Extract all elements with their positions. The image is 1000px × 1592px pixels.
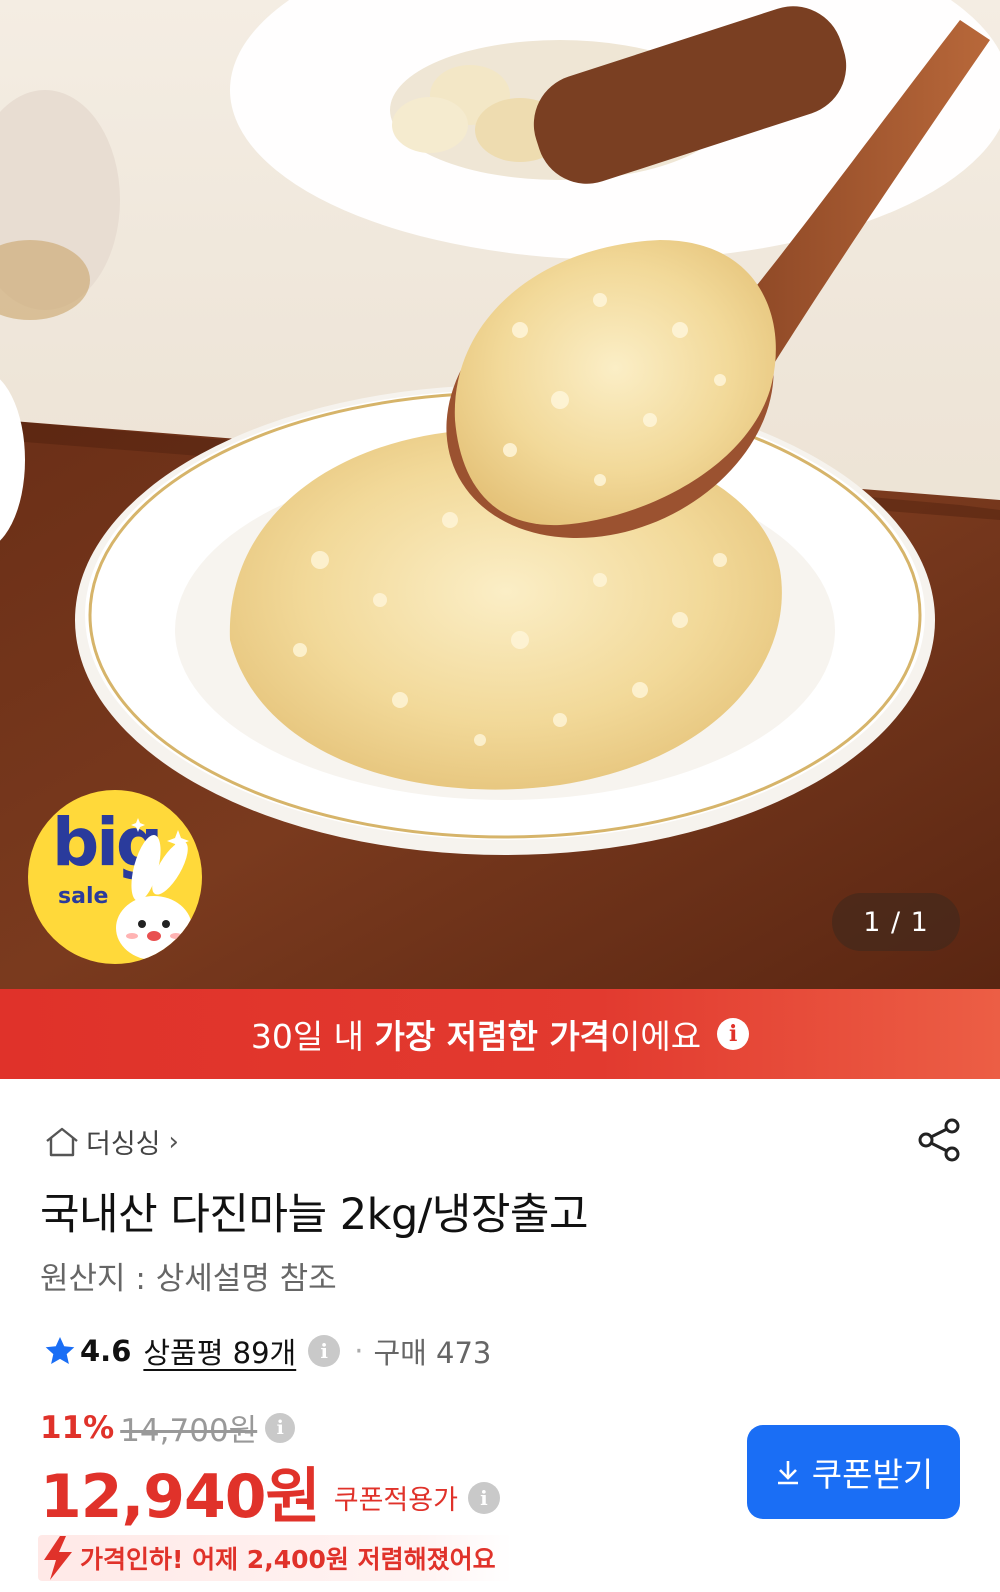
- discount-rate: 11%: [40, 1409, 115, 1446]
- image-counter: 1 / 1: [832, 893, 960, 951]
- download-icon: [777, 1461, 798, 1485]
- separator-dot: ·: [354, 1334, 364, 1368]
- star-icon: [45, 1337, 75, 1364]
- product-origin: 원산지 : 상세설명 참조: [40, 1261, 337, 1297]
- store-link[interactable]: 더싱싱 ›: [44, 1122, 179, 1161]
- bunny-icon: [116, 818, 192, 960]
- price-down-bolt-icon: [44, 1536, 72, 1580]
- product-title: 국내산 다진마늘 2kg/냉장출고: [40, 1190, 589, 1240]
- home-icon: [46, 1127, 78, 1156]
- rating-row: 4.6 상품평 89개 i · 구매 473: [44, 1330, 491, 1372]
- original-price: 14,700원: [120, 1413, 258, 1449]
- banner-suffix: 이에요: [610, 1017, 702, 1056]
- coupon-button-label: 쿠폰받기: [811, 1455, 934, 1494]
- chevron-right-icon: ›: [168, 1126, 179, 1157]
- info-icon[interactable]: i: [308, 1335, 341, 1367]
- purchase-count: 구매 473: [373, 1336, 492, 1370]
- rating-score: 4.6: [80, 1334, 132, 1368]
- get-coupon-button[interactable]: 쿠폰받기: [747, 1425, 960, 1519]
- original-price-row: 11% 14,700원 i: [40, 1405, 296, 1450]
- price-drop-note: 가격인하! 어제 2,400원 저렴해졌어요: [38, 1535, 512, 1581]
- coupon-price-row: 12,940원 쿠폰적용가 i: [40, 1448, 500, 1535]
- coupon-price: 12,940원: [40, 1462, 321, 1532]
- store-name: 더싱싱: [86, 1129, 161, 1160]
- info-icon[interactable]: i: [467, 1481, 500, 1514]
- price-drop-text: 가격인하! 어제 2,400원 저렴해졌어요: [80, 1545, 496, 1574]
- lowest-price-banner[interactable]: 30일 내 가장 저렴한 가격 이에요 i: [0, 989, 1000, 1079]
- product-image[interactable]: 1 / 1 big sale: [0, 0, 1000, 989]
- share-icon[interactable]: [918, 1118, 962, 1162]
- info-icon[interactable]: i: [265, 1412, 296, 1443]
- reviews-link[interactable]: 상품평 89개: [143, 1330, 296, 1372]
- banner-highlight: 가장 저렴한 가격: [374, 1017, 611, 1056]
- coupon-price-label: 쿠폰적용가: [333, 1485, 458, 1516]
- banner-prefix: 30일 내: [250, 1017, 375, 1056]
- info-icon[interactable]: i: [717, 1018, 750, 1050]
- big-sale-badge: big sale: [28, 790, 202, 964]
